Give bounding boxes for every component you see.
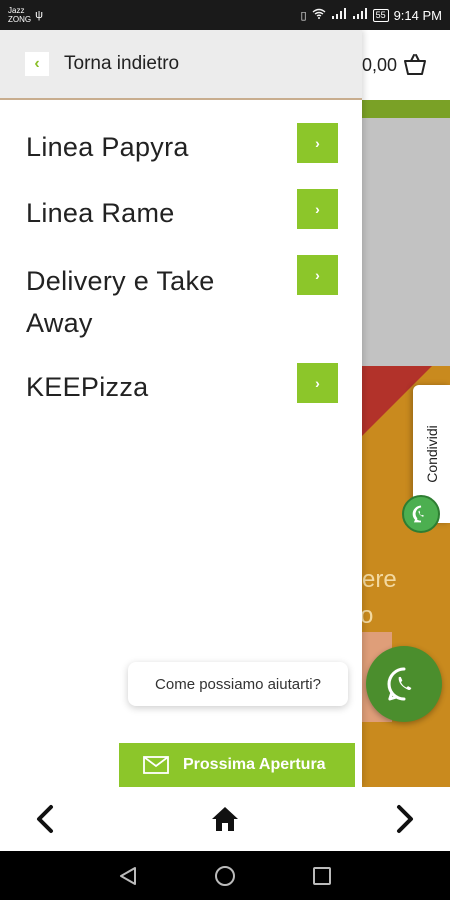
status-right: ▯ 55 9:14 PM (301, 8, 443, 23)
menu-item-label[interactable]: KEEPizza (26, 366, 286, 408)
vibrate-icon: ▯ (300, 9, 307, 22)
system-back-icon[interactable] (113, 861, 143, 891)
next-opening-button[interactable]: Prossima Apertura (119, 743, 355, 787)
signal-2-icon (352, 8, 368, 22)
menu-item-delivery-take-away[interactable]: Delivery e Take Away › (0, 254, 362, 344)
app-area: 0,00 ere o Condividi ‹ Torna indietro Li… (0, 30, 450, 787)
carrier-1: Jazz (8, 6, 25, 15)
back-label[interactable]: Torna indietro (64, 53, 179, 75)
chevron-right-icon[interactable]: › (297, 189, 338, 229)
share-whatsapp-icon[interactable] (402, 495, 440, 533)
chevron-right-icon[interactable]: › (297, 123, 338, 163)
forward-arrow-icon[interactable] (388, 802, 422, 836)
next-opening-label: Prossima Apertura (183, 756, 326, 773)
menu-item-keepizza[interactable]: KEEPizza › (0, 362, 362, 412)
mail-icon (143, 756, 169, 774)
cart-header[interactable]: 0,00 (362, 30, 450, 100)
back-chevron-icon[interactable]: ‹ (25, 52, 49, 76)
whatsapp-chat-button[interactable] (366, 646, 442, 722)
status-left: Jazz ZONG ψ (8, 6, 43, 24)
cart-total: 0,00 (362, 54, 398, 75)
system-navigation-bar (0, 851, 450, 900)
cart-icon[interactable] (403, 54, 427, 76)
chat-prompt-bubble[interactable]: Come possiamo aiutarti? (128, 662, 348, 706)
background-green-bar (362, 100, 450, 118)
whatsapp-icon (387, 667, 412, 701)
background-image-placeholder (362, 118, 450, 366)
banner-text-2: o (362, 602, 374, 629)
wifi-icon (312, 8, 326, 22)
usb-icon: ψ (35, 9, 43, 21)
menu-item-label[interactable]: Linea Papyra (26, 126, 286, 168)
clock: 9:14 PM (393, 7, 442, 23)
carrier-2: ZONG (8, 15, 32, 24)
back-arrow-icon[interactable] (28, 802, 62, 836)
carrier-names: Jazz ZONG (8, 6, 31, 24)
bottom-navigation (0, 787, 450, 851)
battery-icon: 55 (372, 8, 389, 22)
banner-text-1: ere (362, 566, 397, 593)
menu-item-linea-papyra[interactable]: Linea Papyra › (0, 122, 362, 172)
signal-icon (331, 8, 347, 22)
menu-item-label[interactable]: Linea Rame (26, 192, 286, 234)
chevron-right-icon[interactable]: › (297, 363, 338, 403)
home-icon[interactable] (208, 802, 242, 836)
drawer-header[interactable]: ‹ Torna indietro (0, 30, 362, 100)
system-home-icon[interactable] (210, 861, 240, 891)
status-bar: Jazz ZONG ψ ▯ 55 9:14 PM (0, 0, 450, 30)
share-label: Condividi (423, 425, 440, 483)
chat-prompt-text: Come possiamo aiutarti? (155, 675, 321, 693)
chevron-right-icon[interactable]: › (297, 255, 338, 295)
menu-item-linea-rame[interactable]: Linea Rame › (0, 188, 362, 238)
system-recents-icon[interactable] (307, 861, 337, 891)
menu-item-label[interactable]: Delivery e Take Away (26, 260, 286, 344)
